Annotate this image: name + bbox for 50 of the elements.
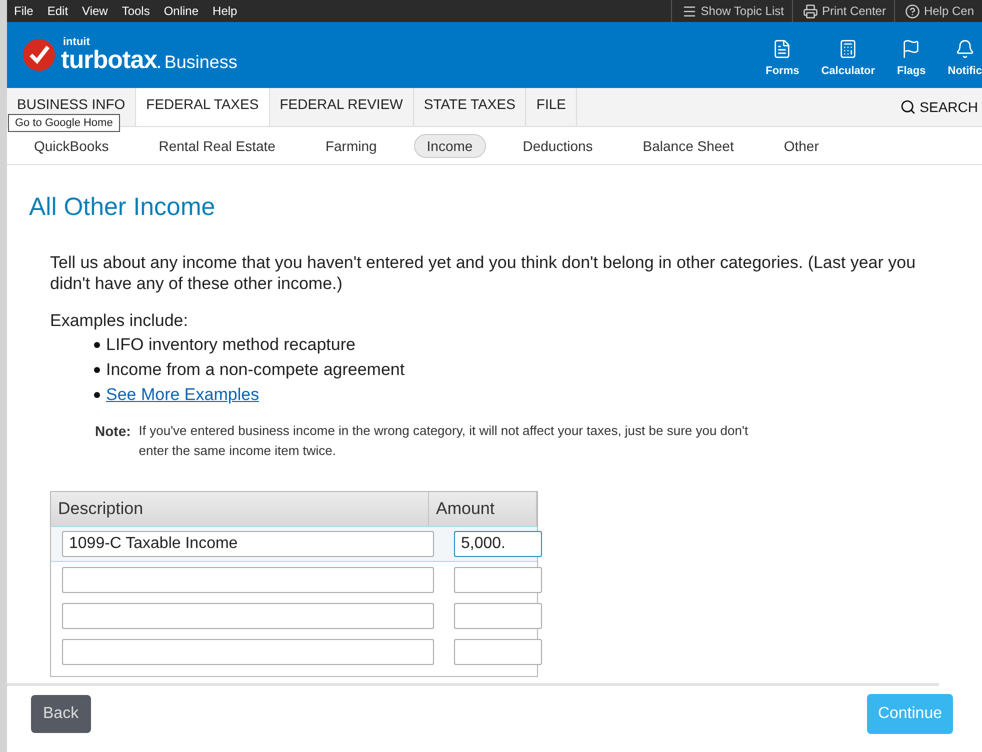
tooltip: Go to Google Home <box>8 114 120 132</box>
amount-field[interactable] <box>454 603 542 629</box>
header-button[interactable]: Flags <box>897 39 926 77</box>
search-button[interactable]: SEARCH <box>900 88 978 126</box>
subnav-tab[interactable]: QuickBooks <box>21 134 122 158</box>
description-field[interactable] <box>62 639 434 665</box>
bullet-icon <box>94 367 100 373</box>
help-icon <box>904 4 920 18</box>
header-button[interactable]: Forms <box>766 39 800 77</box>
page-title: All Other Income <box>29 193 216 222</box>
description-field[interactable] <box>62 603 434 629</box>
examples-link[interactable]: See More Examples <box>106 385 260 405</box>
amount-field[interactable] <box>454 567 542 593</box>
amount-field[interactable] <box>454 639 542 665</box>
brand-logo[interactable]: intuit turbotax. Business <box>61 37 238 73</box>
search-icon <box>900 99 916 115</box>
subnav-tab[interactable]: Income <box>414 134 486 158</box>
description-field[interactable]: 1099-C Taxable Income <box>62 531 434 557</box>
calculator-icon <box>838 39 858 59</box>
flag-icon <box>901 39 922 59</box>
amount-field[interactable]: 5,000. <box>454 531 542 557</box>
subnav-tab[interactable]: Other <box>770 134 832 158</box>
intro-text: Tell us about any income that you haven't entered yet and you think don't belong in other categories. (Last year you didn't have any of these other income.) <box>50 252 917 294</box>
menu-item[interactable]: Tools <box>122 4 150 18</box>
bullet-icon <box>94 392 100 398</box>
subnav-tab[interactable]: Balance Sheet <box>630 134 747 158</box>
subnav-tab[interactable]: Deductions <box>510 134 606 158</box>
back-button[interactable]: Back <box>31 695 91 733</box>
bullet-icon <box>94 342 100 348</box>
note-label: Note: <box>95 423 131 441</box>
bell-icon <box>954 39 975 59</box>
header-button[interactable]: Notific <box>948 39 982 77</box>
menu-item[interactable]: Edit <box>47 4 68 18</box>
document-icon <box>772 39 792 59</box>
header-button[interactable]: Calculator <box>821 39 876 77</box>
menu-item[interactable]: File <box>14 4 34 18</box>
menu-item[interactable]: Online <box>164 4 199 18</box>
example-text: Income from a non-compete agreement <box>106 360 405 380</box>
checkmark-logo-icon <box>23 39 55 71</box>
example-text: LIFO inventory method recapture <box>106 335 356 355</box>
tab[interactable]: FEDERAL TAXES <box>136 88 270 126</box>
subnav-tab[interactable]: Farming <box>312 134 390 158</box>
description-field[interactable] <box>62 567 434 593</box>
menu-item[interactable]: View <box>82 4 108 18</box>
menu-item[interactable]: Help <box>212 4 238 18</box>
list-icon <box>682 4 697 18</box>
examples-heading: Examples include: <box>50 311 189 331</box>
note-text: If you've entered business income in the wrong category, it will not affect your taxes, just be sure you don't enter the same income item twice. <box>138 422 750 460</box>
subnav-tab[interactable]: Rental Real Estate <box>146 134 288 158</box>
printer-icon <box>802 4 818 18</box>
